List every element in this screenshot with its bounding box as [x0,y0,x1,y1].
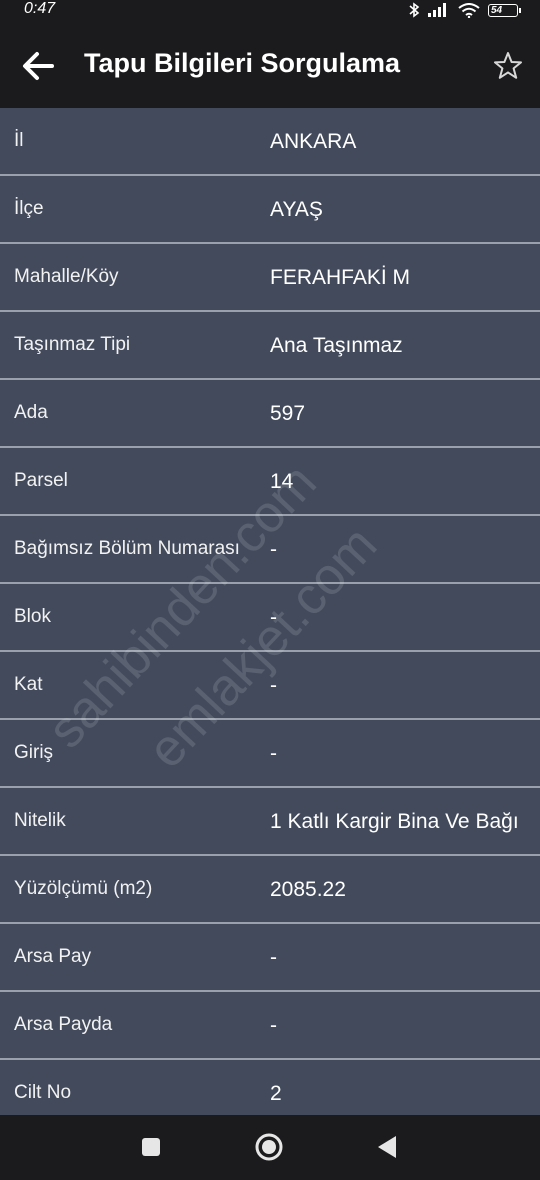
row-yuzolcumu: Yüzölçümü (m2) 2085.22 [0,856,540,924]
row-mahalle-koy: Mahalle/Köy FERAHFAKİ M [0,244,540,312]
field-value: - [270,538,277,561]
field-label: Bağımsız Bölüm Numarası [14,538,240,559]
status-icons: 54 [408,1,521,19]
field-label: Nitelik [14,810,66,831]
field-label: Arsa Pay [14,946,92,967]
back-triangle-icon[interactable] [369,1129,405,1165]
field-label: Cilt No [14,1082,72,1103]
system-nav-bar [0,1115,540,1180]
field-value: - [270,606,277,629]
row-parsel: Parsel 14 [0,448,540,516]
row-ilce: İlçe AYAŞ [0,176,540,244]
field-value: - [270,742,277,765]
field-value: 14 [270,470,294,493]
field-label: Arsa Payda [14,1014,113,1035]
row-cilt-no: Cilt No 2 [0,1060,540,1115]
field-label: Blok [14,606,51,627]
field-value: AYAŞ [270,198,323,221]
bluetooth-icon [409,2,420,18]
field-value: FERAHFAKİ M [270,266,411,289]
field-label: Kat [14,674,43,695]
battery-icon: 54 [488,3,521,17]
row-il: İl ANKARA [0,108,540,176]
row-tasinmaz-tipi: Taşınmaz Tipi Ana Taşınmaz [0,312,540,380]
field-value: Ana Taşınmaz [270,334,403,357]
row-ada: Ada 597 [0,380,540,448]
signal-icon [428,3,446,17]
star-outline-icon[interactable] [492,50,524,82]
field-value: ANKARA [270,130,357,153]
status-time: 0:47 [24,0,56,17]
page-title: Tapu Bilgileri Sorgulama [84,48,401,78]
field-value: 2 [270,1082,282,1105]
field-label: İlçe [14,198,44,219]
row-giris: Giriş - [0,720,540,788]
field-label: İl [14,130,24,151]
field-value: - [270,674,277,697]
row-bagimsiz-bolum: Bağımsız Bölüm Numarası - [0,516,540,584]
field-value: - [270,946,277,969]
field-value: - [270,1014,277,1037]
app-bar: Tapu Bilgileri Sorgulama [0,22,540,108]
field-label: Yüzölçümü (m2) [14,878,153,899]
row-kat: Kat - [0,652,540,720]
status-bar: 0:47 54 [0,0,540,22]
row-nitelik: Nitelik 1 Katlı Kargir Bina Ve Bağı [0,788,540,856]
field-label: Parsel [14,470,68,491]
field-value: 2085.22 [270,878,346,901]
field-label: Taşınmaz Tipi [14,334,131,355]
field-value: 1 Katlı Kargir Bina Ve Bağı [270,810,519,833]
row-arsa-pay: Arsa Pay - [0,924,540,992]
field-label: Giriş [14,742,54,763]
property-info-list: İl ANKARA İlçe AYAŞ Mahalle/Köy FERAHFAK… [0,108,540,1115]
field-value: 597 [270,402,306,425]
row-arsa-payda: Arsa Payda - [0,992,540,1060]
battery-level: 54 [491,4,503,16]
field-label: Mahalle/Köy [14,266,119,287]
row-blok: Blok - [0,584,540,652]
field-label: Ada [14,402,48,423]
home-circle-icon[interactable] [251,1129,287,1165]
arrow-left-icon[interactable] [18,46,58,86]
wifi-icon [458,2,480,18]
recents-square-icon[interactable] [133,1129,169,1165]
